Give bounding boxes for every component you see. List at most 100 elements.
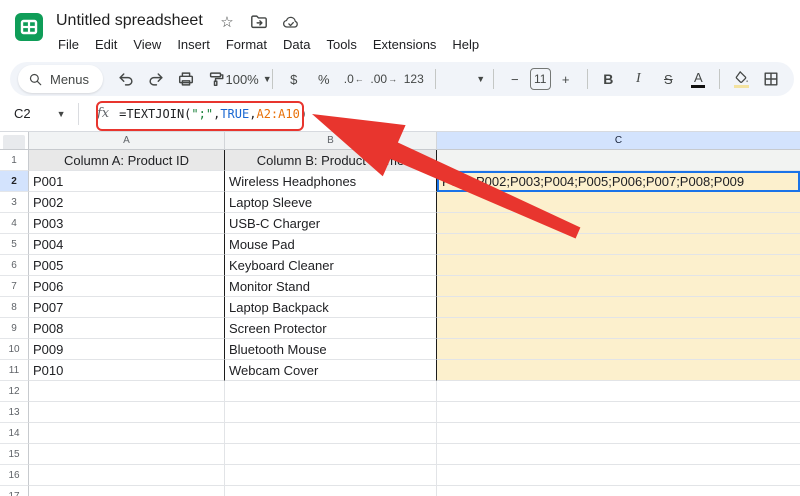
row-header-12[interactable]: 12 — [0, 381, 29, 402]
cell-C10[interactable] — [437, 339, 800, 360]
cell-A13[interactable] — [29, 402, 225, 423]
cell-A15[interactable] — [29, 444, 225, 465]
sheets-logo-icon[interactable] — [14, 12, 44, 42]
font-size-input[interactable]: 11 — [530, 68, 551, 90]
cell-B17[interactable] — [225, 486, 437, 496]
cell-B15[interactable] — [225, 444, 437, 465]
menu-item-view[interactable]: View — [125, 35, 169, 54]
undo-button[interactable] — [113, 66, 139, 92]
cell-C17[interactable] — [437, 486, 800, 496]
cell-B16[interactable] — [225, 465, 437, 486]
cell-A1[interactable]: Column A: Product ID — [29, 150, 225, 171]
column-header-B[interactable]: B — [225, 132, 437, 150]
cell-B1[interactable]: Column B: Product Name — [225, 150, 437, 171]
format-percent-button[interactable]: % — [311, 66, 337, 92]
strikethrough-button[interactable]: S — [655, 66, 681, 92]
increase-font-size-button[interactable]: + — [553, 66, 579, 92]
cell-C9[interactable] — [437, 318, 800, 339]
cell-B13[interactable] — [225, 402, 437, 423]
cloud-status-icon[interactable] — [282, 13, 300, 31]
row-header-3[interactable]: 3 — [0, 192, 29, 213]
cell-C1[interactable] — [437, 150, 800, 171]
cell-C15[interactable] — [437, 444, 800, 465]
row-header-13[interactable]: 13 — [0, 402, 29, 423]
cell-C2[interactable]: P001;P002;P003;P004;P005;P006;P007;P008;… — [437, 171, 800, 192]
zoom-select[interactable]: 100% ▼ — [233, 66, 264, 92]
row-header-5[interactable]: 5 — [0, 234, 29, 255]
cell-C4[interactable] — [437, 213, 800, 234]
cell-A9[interactable]: P008 — [29, 318, 225, 339]
increase-decimal-button[interactable]: .00→ — [371, 66, 397, 92]
cell-B6[interactable]: Keyboard Cleaner — [225, 255, 437, 276]
cell-C14[interactable] — [437, 423, 800, 444]
cell-C12[interactable] — [437, 381, 800, 402]
menu-item-format[interactable]: Format — [218, 35, 275, 54]
cell-C13[interactable] — [437, 402, 800, 423]
menu-item-help[interactable]: Help — [444, 35, 487, 54]
cell-C16[interactable] — [437, 465, 800, 486]
menu-item-extensions[interactable]: Extensions — [365, 35, 445, 54]
column-header-A[interactable]: A — [29, 132, 225, 150]
menu-item-data[interactable]: Data — [275, 35, 318, 54]
spreadsheet-title[interactable]: Untitled spreadsheet — [56, 12, 203, 30]
decrease-decimal-button[interactable]: .0← — [341, 66, 367, 92]
print-icon[interactable] — [173, 66, 199, 92]
cell-A6[interactable]: P005 — [29, 255, 225, 276]
cell-A14[interactable] — [29, 423, 225, 444]
menu-item-file[interactable]: File — [50, 35, 87, 54]
menus-search-button[interactable]: Menus — [18, 65, 103, 93]
font-family-select[interactable]: ▼ — [443, 66, 485, 92]
row-header-9[interactable]: 9 — [0, 318, 29, 339]
cell-A8[interactable]: P007 — [29, 297, 225, 318]
fill-color-button[interactable] — [728, 66, 754, 92]
cell-A5[interactable]: P004 — [29, 234, 225, 255]
cell-A16[interactable] — [29, 465, 225, 486]
row-header-4[interactable]: 4 — [0, 213, 29, 234]
cell-A2[interactable]: P001 — [29, 171, 225, 192]
name-box[interactable]: C2 ▼ — [0, 106, 78, 121]
cell-C7[interactable] — [437, 276, 800, 297]
column-header-C[interactable]: C — [437, 132, 800, 150]
menu-item-edit[interactable]: Edit — [87, 35, 125, 54]
cell-B11[interactable]: Webcam Cover — [225, 360, 437, 381]
bold-button[interactable]: B — [595, 66, 621, 92]
row-header-8[interactable]: 8 — [0, 297, 29, 318]
cell-A10[interactable]: P009 — [29, 339, 225, 360]
cell-B4[interactable]: USB-C Charger — [225, 213, 437, 234]
star-icon[interactable]: ☆ — [218, 13, 236, 31]
more-formats-button[interactable]: 123 — [401, 66, 427, 92]
row-header-14[interactable]: 14 — [0, 423, 29, 444]
row-header-1[interactable]: 1 — [0, 150, 29, 171]
borders-button[interactable] — [758, 66, 784, 92]
cell-B14[interactable] — [225, 423, 437, 444]
redo-button[interactable] — [143, 66, 169, 92]
cell-A11[interactable]: P010 — [29, 360, 225, 381]
cell-B10[interactable]: Bluetooth Mouse — [225, 339, 437, 360]
row-header-17[interactable]: 17 — [0, 486, 29, 496]
row-header-10[interactable]: 10 — [0, 339, 29, 360]
cell-B8[interactable]: Laptop Backpack — [225, 297, 437, 318]
cell-B7[interactable]: Monitor Stand — [225, 276, 437, 297]
cell-C5[interactable] — [437, 234, 800, 255]
cell-C3[interactable] — [437, 192, 800, 213]
cell-B3[interactable]: Laptop Sleeve — [225, 192, 437, 213]
cell-B2[interactable]: Wireless Headphones — [225, 171, 437, 192]
formula-input[interactable]: =TEXTJOIN(";",TRUE,A2:A10) — [119, 107, 307, 121]
row-header-16[interactable]: 16 — [0, 465, 29, 486]
cell-B5[interactable]: Mouse Pad — [225, 234, 437, 255]
cell-A17[interactable] — [29, 486, 225, 496]
decrease-font-size-button[interactable]: − — [502, 66, 528, 92]
cell-C11[interactable] — [437, 360, 800, 381]
cell-A4[interactable]: P003 — [29, 213, 225, 234]
cell-A3[interactable]: P002 — [29, 192, 225, 213]
text-color-button[interactable]: A — [685, 66, 711, 92]
cell-C6[interactable] — [437, 255, 800, 276]
italic-button[interactable]: I — [625, 66, 651, 92]
select-all-corner[interactable] — [0, 132, 29, 150]
row-header-7[interactable]: 7 — [0, 276, 29, 297]
menu-item-insert[interactable]: Insert — [169, 35, 218, 54]
cell-A7[interactable]: P006 — [29, 276, 225, 297]
cell-A12[interactable] — [29, 381, 225, 402]
move-folder-icon[interactable] — [250, 13, 268, 31]
row-header-2[interactable]: 2 — [0, 171, 29, 192]
